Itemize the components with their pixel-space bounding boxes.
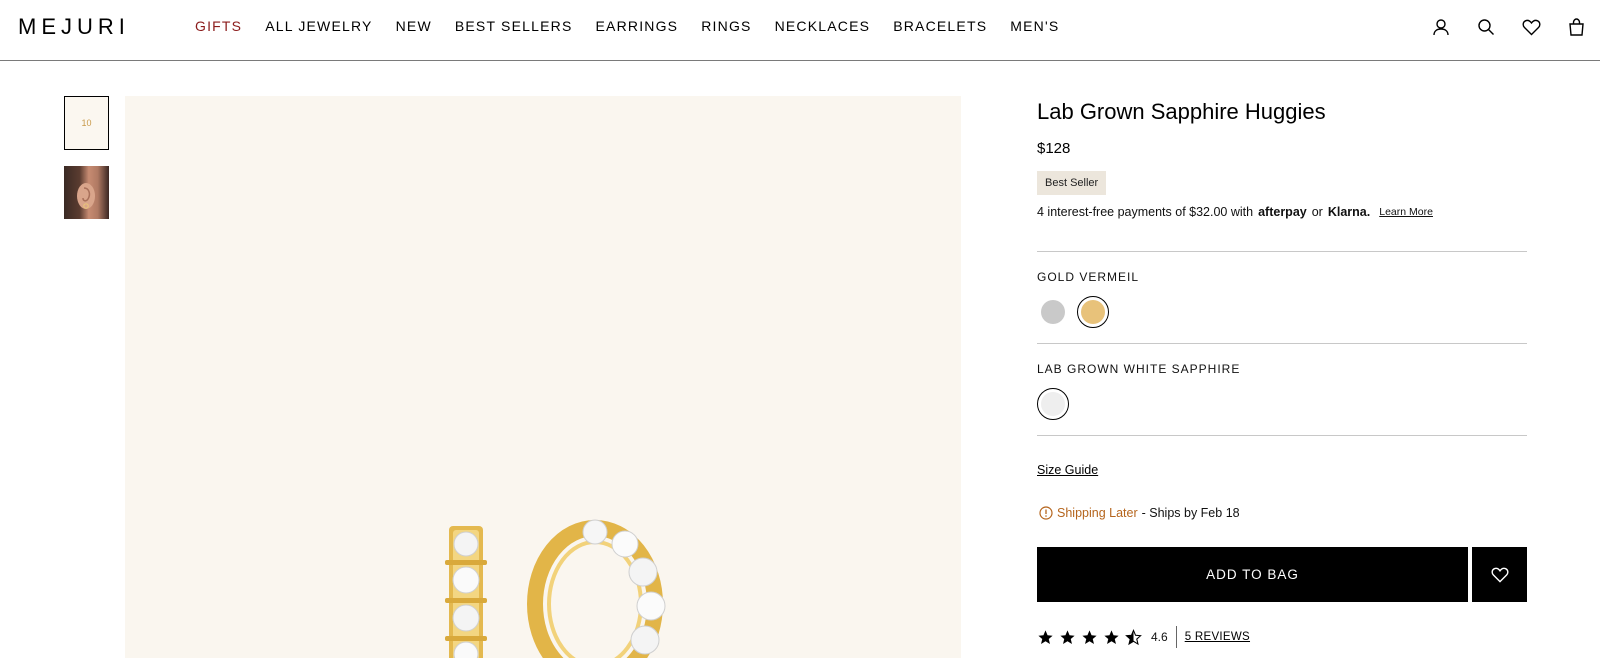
rating-separator: [1175, 626, 1177, 648]
swatch-white-sapphire-fill: [1041, 392, 1065, 416]
nav-item-best-sellers[interactable]: BEST SELLERS: [455, 18, 573, 34]
earring-front-view: [527, 519, 666, 658]
main-product-image[interactable]: [125, 96, 961, 658]
swatch-gold-fill: [1081, 300, 1105, 324]
nav-item-necklaces[interactable]: NECKLACES: [775, 18, 871, 34]
site-header: MEJURI GIFTS ALL JEWELRY NEW BEST SELLER…: [0, 0, 1600, 61]
swatch-gold-selected[interactable]: [1077, 296, 1109, 328]
product-options: GOLD VERMEIL LAB GROWN WHITE SAPPHIRE Si…: [1037, 96, 1527, 658]
alert-icon: [1039, 506, 1053, 520]
nav-item-rings[interactable]: RINGS: [701, 18, 751, 34]
account-icon[interactable]: [1431, 16, 1451, 38]
shipping-later-label: Shipping Later: [1057, 506, 1138, 520]
star-icon: [1082, 629, 1097, 644]
wishlist-button[interactable]: [1472, 547, 1527, 602]
nav-item-gifts[interactable]: GIFTS: [195, 18, 242, 34]
divider: [1037, 435, 1527, 436]
size-guide-link[interactable]: Size Guide: [1037, 463, 1098, 477]
bag-icon[interactable]: [1566, 16, 1586, 38]
earring-side-view: [445, 526, 487, 658]
thumbnail-label: 10: [81, 118, 92, 128]
product-rating: 4.6 5 REVIEWS: [1037, 626, 1250, 648]
reviews-link[interactable]: 5 REVIEWS: [1185, 631, 1250, 643]
swatch-silver[interactable]: [1037, 296, 1069, 328]
nav-item-earrings[interactable]: EARRINGS: [596, 18, 679, 34]
swatch-silver-fill: [1041, 300, 1065, 324]
metal-label: GOLD VERMEIL: [1037, 270, 1140, 284]
nav-item-mens[interactable]: MEN'S: [1010, 18, 1059, 34]
heart-icon[interactable]: [1521, 16, 1541, 38]
divider: [1037, 343, 1527, 344]
nav-item-new[interactable]: NEW: [396, 18, 432, 34]
header-icons: [1406, 16, 1586, 38]
swatch-white-sapphire-selected[interactable]: [1037, 388, 1069, 420]
nav-item-all-jewelry[interactable]: ALL JEWELRY: [265, 18, 372, 34]
heart-icon: [1491, 567, 1508, 583]
star-icon: [1104, 629, 1119, 644]
huggie-earrings-image: [445, 519, 666, 658]
half-star-icon: [1125, 628, 1142, 645]
logo[interactable]: MEJURI: [18, 14, 130, 40]
gallery-thumbnail-2[interactable]: [64, 166, 109, 219]
rating-value: 4.6: [1151, 630, 1168, 644]
stone-label: LAB GROWN WHITE SAPPHIRE: [1037, 362, 1241, 376]
main-nav: GIFTS ALL JEWELRY NEW BEST SELLERS EARRI…: [195, 18, 1082, 34]
gallery-thumbnail-1[interactable]: 10: [64, 96, 109, 150]
nav-item-bracelets[interactable]: BRACELETS: [893, 18, 987, 34]
search-icon[interactable]: [1476, 16, 1496, 38]
star-icon: [1060, 629, 1075, 644]
star-icon: [1038, 629, 1053, 644]
shipping-status: Shipping Later - Ships by Feb 18: [1039, 506, 1240, 520]
ear-model-image: [77, 183, 95, 209]
ships-by-date: - Ships by Feb 18: [1141, 506, 1240, 520]
add-to-bag-button[interactable]: ADD TO BAG: [1037, 547, 1468, 602]
divider: [1037, 251, 1527, 252]
